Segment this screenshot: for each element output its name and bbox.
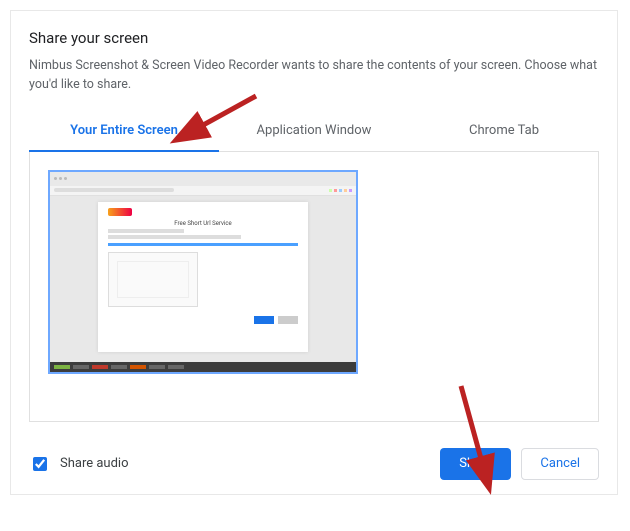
thumb-browser-addressbar bbox=[50, 186, 356, 196]
share-audio-label: Share audio bbox=[60, 456, 129, 471]
thumb-window-titlebar bbox=[50, 172, 356, 186]
share-audio-checkbox[interactable]: Share audio bbox=[29, 454, 129, 474]
thumb-service-title: Free Short Url Service bbox=[108, 220, 298, 227]
screen-thumbnail[interactable]: Free Short Url Service bbox=[48, 170, 358, 374]
tab-chrome-tab[interactable]: Chrome Tab bbox=[409, 113, 599, 152]
thumb-page-content: Free Short Url Service bbox=[50, 196, 356, 362]
share-button[interactable]: Share bbox=[440, 448, 511, 480]
tab-entire-screen[interactable]: Your Entire Screen bbox=[29, 113, 219, 152]
dialog-title: Share your screen bbox=[29, 29, 599, 47]
preview-panel: Free Short Url Service bbox=[29, 152, 599, 422]
share-audio-input[interactable] bbox=[33, 457, 47, 471]
thumb-logo bbox=[108, 208, 132, 216]
cancel-button[interactable]: Cancel bbox=[521, 448, 599, 480]
thumb-taskbar bbox=[50, 362, 356, 372]
source-tabs: Your Entire Screen Application Window Ch… bbox=[29, 113, 599, 152]
dialog-footer: Share audio Share Cancel bbox=[29, 448, 599, 480]
dialog-subtitle: Nimbus Screenshot & Screen Video Recorde… bbox=[29, 57, 599, 95]
tab-application-window[interactable]: Application Window bbox=[219, 113, 409, 152]
share-screen-dialog: Share your screen Nimbus Screenshot & Sc… bbox=[10, 10, 618, 495]
